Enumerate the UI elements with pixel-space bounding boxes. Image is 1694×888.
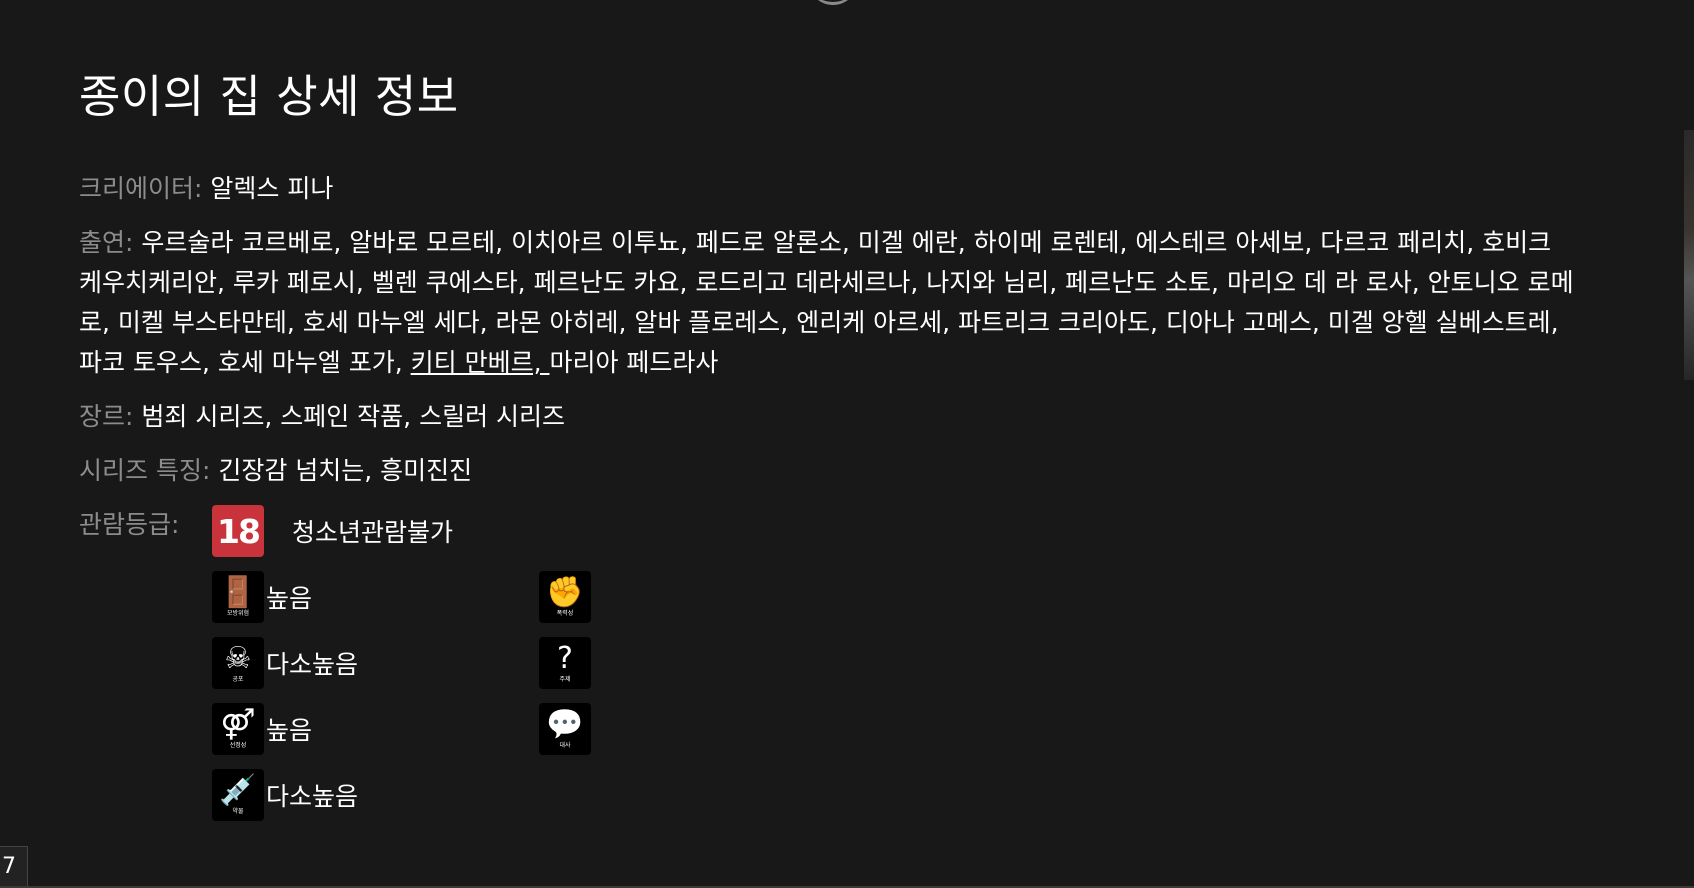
cast-last: 마리아 페드라사 <box>549 348 719 377</box>
descriptor-level: 높음 <box>266 584 313 613</box>
cast-list: 우르술라 코르베로, 알바로 모르테, 이치아르 이투뇨, 페드로 알론소, 미… <box>79 228 1574 377</box>
features-label: 시리즈 특징: <box>79 456 211 485</box>
creator-label: 크리에이터: <box>79 174 203 203</box>
episode-number-badge[interactable]: 7 <box>0 846 28 886</box>
fear-icon: ☠ 공포 <box>212 637 264 689</box>
theme-icon: ? 주제 <box>539 637 591 689</box>
descriptor-dialogue: 💬 대사 <box>539 703 593 755</box>
age-rating-text: 청소년관람불가 <box>292 518 454 547</box>
violence-icon: ✊ 폭력성 <box>539 571 591 623</box>
descriptor-level: 높음 <box>266 716 313 745</box>
descriptor-violence: ✊ 폭력성 <box>539 571 593 623</box>
age-rating: 18 청소년관람불가 <box>212 505 453 557</box>
drug-icon: 💉 약물 <box>212 769 264 821</box>
page-title: 종이의 집 상세 정보 <box>79 70 459 123</box>
cast-link-kitty-manver[interactable]: 키티 만베르, <box>411 348 550 377</box>
rating-label: 관람등급: <box>79 510 180 539</box>
loading-spinner-icon <box>808 0 858 5</box>
creator-row: 크리에이터: 알렉스 피나 <box>79 169 1579 209</box>
cast-label: 출연: <box>79 228 134 257</box>
imitation-risk-icon: 🚪 모방위험 <box>212 571 264 623</box>
descriptor-fear: ☠ 공포 다소높음 <box>212 637 358 689</box>
creator-value[interactable]: 알렉스 피나 <box>210 174 333 203</box>
page: 종이의 집 상세 정보 크리에이터: 알렉스 피나 출연: 우르술라 코르베로,… <box>0 0 1694 888</box>
background-edge-image <box>1684 130 1694 380</box>
sexuality-icon: ⚤ 선정성 <box>212 703 264 755</box>
rating-section: 관람등급: 18 청소년관람불가 🚪 모방위험 높음 ✊ 폭력성 ☠ 공포 다소… <box>79 505 1579 835</box>
detail-panel: 종이의 집 상세 정보 크리에이터: 알렉스 피나 출연: 우르술라 코르베로,… <box>79 60 1579 835</box>
genre-row: 장르: 범죄 시리즈, 스페인 작품, 스릴러 시리즈 <box>79 397 1579 437</box>
dialogue-icon: 💬 대사 <box>539 703 591 755</box>
genre-value[interactable]: 범죄 시리즈, 스페인 작품, 스릴러 시리즈 <box>141 402 565 431</box>
descriptor-drug: 💉 약물 다소높음 <box>212 769 358 821</box>
descriptor-level: 다소높음 <box>266 650 359 679</box>
descriptor-sexuality: ⚤ 선정성 높음 <box>212 703 312 755</box>
features-row: 시리즈 특징: 긴장감 넘치는, 흥미진진 <box>79 451 1579 491</box>
age-18-icon: 18 <box>212 505 264 557</box>
genre-label: 장르: <box>79 402 134 431</box>
cast-row: 출연: 우르술라 코르베로, 알바로 모르테, 이치아르 이투뇨, 페드로 알론… <box>79 223 1579 383</box>
descriptor-theme: ? 주제 <box>539 637 593 689</box>
features-value: 긴장감 넘치는, 흥미진진 <box>218 456 473 485</box>
descriptor-imitation-risk: 🚪 모방위험 높음 <box>212 571 312 623</box>
descriptor-level: 다소높음 <box>266 782 359 811</box>
